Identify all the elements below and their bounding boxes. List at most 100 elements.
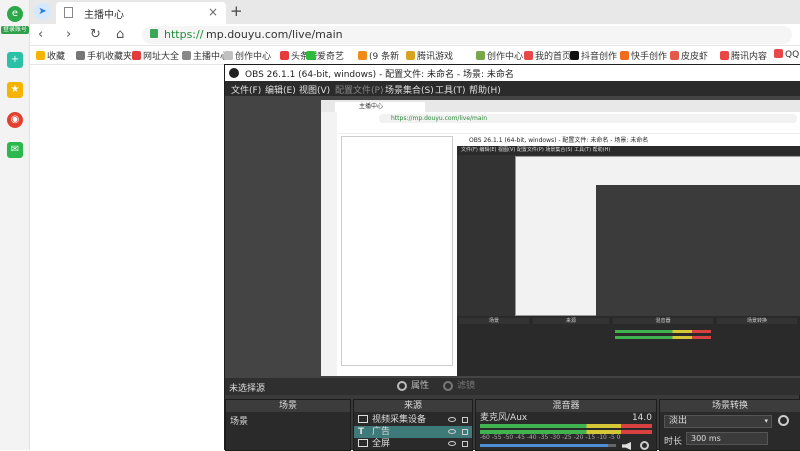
visibility-eye-icon[interactable] (448, 441, 456, 446)
source-toolbar: 未选择源 属性 滤镜 (225, 378, 800, 395)
bookmark-item[interactable]: 创作中心 (224, 49, 271, 62)
bookmark-label: (9 条新 (369, 52, 400, 62)
mixer-header: 混音器 (476, 400, 656, 412)
speaker-icon[interactable] (622, 442, 631, 450)
nested-obs-title: OBS 26.1.1 (64-bit, windows) - 配置文件: 未命名… (457, 136, 800, 146)
tab-strip: ➤ 主播中心 × + (30, 0, 800, 24)
bookmark-item[interactable]: 网址大全 (132, 49, 179, 62)
menu-item[interactable]: 文件(F) (231, 83, 261, 96)
gear-icon (397, 381, 407, 391)
bookmark-item[interactable]: 腾讯游戏 (406, 49, 453, 62)
properties-button[interactable]: 属性 (397, 380, 429, 393)
transition-settings-gear-icon[interactable] (778, 415, 789, 426)
nested-inner-obs (596, 185, 800, 317)
obs-window: OBS 26.1.1 (64-bit, windows) - 配置文件: 未命名… (224, 64, 800, 451)
nested-sources-header: 来源 (533, 318, 609, 324)
audio-level-meter (480, 424, 652, 428)
bookmark-favicon-icon (36, 51, 45, 60)
bookmark-item[interactable]: 快手创作 (620, 49, 667, 62)
navigation-bar: ‹ › ↻ ⌂ https:// mp.douyu.com/live/main (30, 24, 800, 46)
bookmark-favicon-icon (76, 51, 85, 60)
bookmark-label: 网址大全 (143, 52, 180, 62)
menu-item[interactable]: 场景集合(S) (385, 83, 434, 96)
navigation-arrow-icon[interactable]: ➤ (34, 3, 51, 20)
login-badge[interactable]: 登录账号 (1, 26, 29, 34)
bookmark-item[interactable]: 手机收藏夹 (76, 49, 132, 62)
source-item-ad[interactable]: T 广告 (354, 426, 472, 438)
source-item-video-capture[interactable]: 视频采集设备 (354, 414, 472, 426)
address-bar[interactable]: https:// mp.douyu.com/live/main (142, 26, 792, 44)
bookmark-item[interactable]: QQ (774, 49, 799, 60)
bookmark-label: QQ (785, 50, 800, 60)
filters-button[interactable]: 滤镜 (443, 380, 475, 393)
bookmark-favicon-icon (570, 51, 579, 60)
bookmark-favicon-icon (306, 51, 315, 60)
nested-tab-strip: 主播中心 (321, 100, 800, 112)
menu-item[interactable]: 视图(V) (299, 83, 330, 96)
bookmark-label: 快手创作 (631, 52, 668, 62)
bookmark-item[interactable]: (9 条新 (358, 49, 399, 62)
bookmark-item[interactable]: 腾讯内容 (720, 49, 767, 62)
new-tab-button[interactable]: + (230, 2, 243, 20)
nested-tab: 主播中心 (335, 102, 425, 112)
bookmark-label: 创作中心 (487, 52, 524, 62)
bookmark-favicon-icon (280, 51, 289, 60)
bookmark-favicon-icon (132, 51, 141, 60)
nested-audio-meter (615, 336, 711, 339)
audio-mixer-dock: 混音器 麦克风/Aux 14.0 -60 -55 -50 -45 -40 -35… (475, 399, 657, 451)
bookmark-item[interactable]: 爱奇艺 (306, 49, 344, 62)
menu-item[interactable]: 编辑(E) (265, 83, 296, 96)
visibility-eye-icon[interactable] (448, 429, 456, 434)
menu-item[interactable]: 配置文件(P) (335, 83, 383, 96)
menu-item[interactable]: 工具(T) (435, 83, 466, 96)
menu-item[interactable]: 帮助(H) (469, 83, 501, 96)
bookmark-item[interactable]: 皮皮虾 (670, 49, 708, 62)
home-button[interactable]: ⌂ (116, 27, 124, 43)
tab-main[interactable]: 主播中心 × (56, 2, 226, 24)
obs-preview-canvas[interactable]: 主播中心 https://mp.douyu.com/live/main OBS … (225, 96, 800, 378)
sources-dock: 来源 视频采集设备 T 广告 全屏 (353, 399, 473, 451)
bookmark-item[interactable]: 创作中心 (476, 49, 523, 62)
back-button[interactable]: ‹ (38, 27, 43, 43)
url-text: mp.douyu.com/live/main (206, 28, 343, 41)
bookmark-item[interactable]: 抖音创作 (570, 49, 617, 62)
plus-app-icon[interactable]: + (7, 52, 23, 68)
forward-button[interactable]: › (66, 27, 71, 43)
bookmark-label: 腾讯内容 (731, 52, 768, 62)
star-icon[interactable]: ★ (7, 82, 23, 98)
lock-icon[interactable] (462, 417, 468, 423)
scene-item[interactable]: 场景 (226, 416, 350, 428)
bookmark-item[interactable]: 收藏 (36, 49, 65, 62)
bookmark-label: 皮皮虾 (681, 52, 709, 62)
text-source-icon: T (358, 427, 365, 437)
bookmark-favicon-icon (524, 51, 533, 60)
bookmark-item[interactable]: 主播中心 (182, 49, 229, 62)
bookmark-favicon-icon (720, 51, 729, 60)
scene-transitions-dock: 场景转换 淡出 ▾ 时长 300 ms (659, 399, 800, 451)
mixer-channel-name: 麦克风/Aux (480, 413, 528, 423)
scenes-header: 场景 (226, 400, 350, 412)
mixer-settings-gear-icon[interactable] (640, 441, 649, 450)
transition-type-select[interactable]: 淡出 ▾ (664, 415, 772, 428)
browser-logo-icon[interactable]: e (7, 6, 23, 22)
duration-input[interactable]: 300 ms (686, 432, 768, 445)
filters-label: 滤镜 (457, 381, 476, 391)
source-item-fullscreen[interactable]: 全屏 (354, 438, 472, 450)
duration-value: 300 ms (691, 434, 721, 443)
weibo-icon[interactable]: ◉ (7, 112, 23, 128)
lock-icon[interactable] (462, 441, 468, 447)
lock-icon[interactable] (462, 429, 468, 435)
nested-mixer-header: 混音器 (613, 318, 713, 324)
bookmark-label: 手机收藏夹 (87, 52, 133, 62)
tab-title: 主播中心 (84, 10, 124, 21)
refresh-button[interactable]: ↻ (90, 27, 101, 43)
bookmark-label: 腾讯游戏 (417, 52, 454, 62)
bookmark-label: 收藏 (47, 52, 66, 62)
bookmark-item[interactable]: 我的首页 (524, 49, 571, 62)
bookmark-favicon-icon (620, 51, 629, 60)
visibility-eye-icon[interactable] (448, 417, 456, 422)
mail-icon[interactable]: ✉ (7, 142, 23, 158)
close-tab-icon[interactable]: × (208, 5, 218, 19)
bookmark-label: 爱奇艺 (317, 52, 345, 62)
scenes-dock: 场景 场景 (225, 399, 351, 451)
